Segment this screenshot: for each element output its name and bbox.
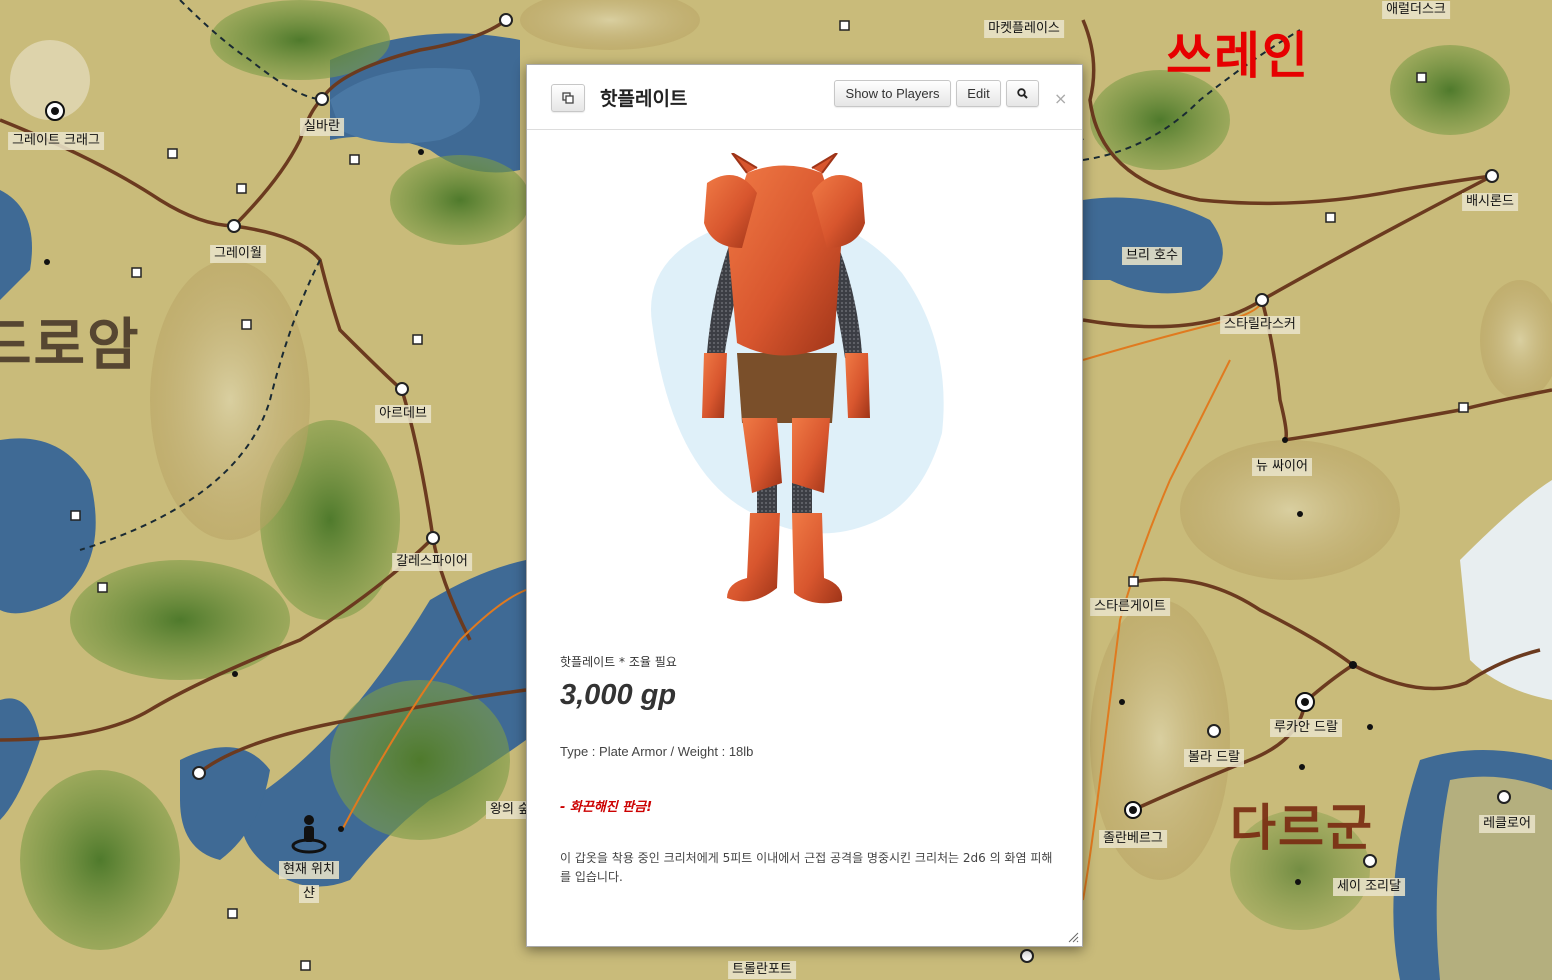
location-label-seyi-zoridal[interactable]: 세이 조리달 [1333, 878, 1405, 896]
item-type-weight: Type : Plate Armor / Weight : 18lb [560, 744, 754, 759]
location-label-brie-lake[interactable]: 브리 호수 [1122, 247, 1182, 265]
location-label-trolanport[interactable]: 트롤란포트 [728, 961, 796, 979]
popout-button[interactable] [551, 84, 585, 112]
item-artwork [651, 153, 944, 604]
location-label-aereldesk[interactable]: 애럴더스크 [1382, 1, 1450, 19]
resize-handle-icon[interactable] [1067, 931, 1079, 943]
search-button[interactable] [1006, 80, 1039, 107]
item-dialog[interactable]: 핫플레이트 Show to Players Edit × 핫플레이트 * 조율 … [526, 64, 1083, 947]
item-description: 이 갑옷을 착용 중인 크리처에게 5피트 이내에서 근접 공격을 명중시킨 크… [560, 851, 1053, 884]
location-label-greywall[interactable]: 그레이월 [210, 245, 266, 263]
show-to-players-button[interactable]: Show to Players [834, 80, 951, 107]
location-label-bashirond[interactable]: 배시론드 [1462, 193, 1518, 211]
popout-icon [562, 92, 574, 104]
location-label-zolanberg[interactable]: 졸란베르그 [1099, 830, 1167, 848]
player-position-icon[interactable] [290, 814, 328, 858]
item-price: 3,000 gp [560, 679, 677, 711]
location-label-shan[interactable]: 샨 [299, 885, 319, 903]
location-label-ardev[interactable]: 아르데브 [375, 405, 431, 423]
search-icon [1017, 88, 1028, 99]
location-label-silvaran[interactable]: 실바란 [300, 118, 344, 136]
region-label-brelam: 드로암 [0, 313, 141, 378]
location-label-starilaskur[interactable]: 스타릴라스커 [1220, 316, 1300, 334]
location-label-rekkenmark[interactable]: 레클로어 [1479, 815, 1535, 833]
close-button[interactable]: × [1054, 89, 1067, 108]
location-label-great-crag[interactable]: 그레이트 크래그 [8, 132, 104, 150]
location-label-marketplace[interactable]: 마켓플레이스 [984, 20, 1064, 38]
item-ability-name: - 화끈해진 판금! [560, 800, 653, 815]
dialog-header: 핫플레이트 Show to Players Edit × [527, 65, 1082, 130]
location-label-new-cyre[interactable]: 뉴 싸이어 [1252, 458, 1312, 476]
location-label-galesfire[interactable]: 갈레스파이어 [392, 553, 472, 571]
location-label-bula-dral[interactable]: 볼라 드랄 [1184, 749, 1244, 767]
location-label-stargate[interactable]: 스타른게이트 [1090, 598, 1170, 616]
edit-button[interactable]: Edit [956, 80, 1001, 107]
dialog-title: 핫플레이트 [600, 88, 688, 110]
location-label-current-position[interactable]: 현재 위치 [279, 861, 339, 879]
region-label-darguun: 다르군 [1230, 799, 1374, 857]
location-label-lukan-dral[interactable]: 루카안 드랄 [1270, 719, 1342, 737]
region-label-thrane: 쓰레인 [1166, 27, 1310, 85]
item-subtitle: 핫플레이트 * 조율 필요 [560, 655, 677, 669]
